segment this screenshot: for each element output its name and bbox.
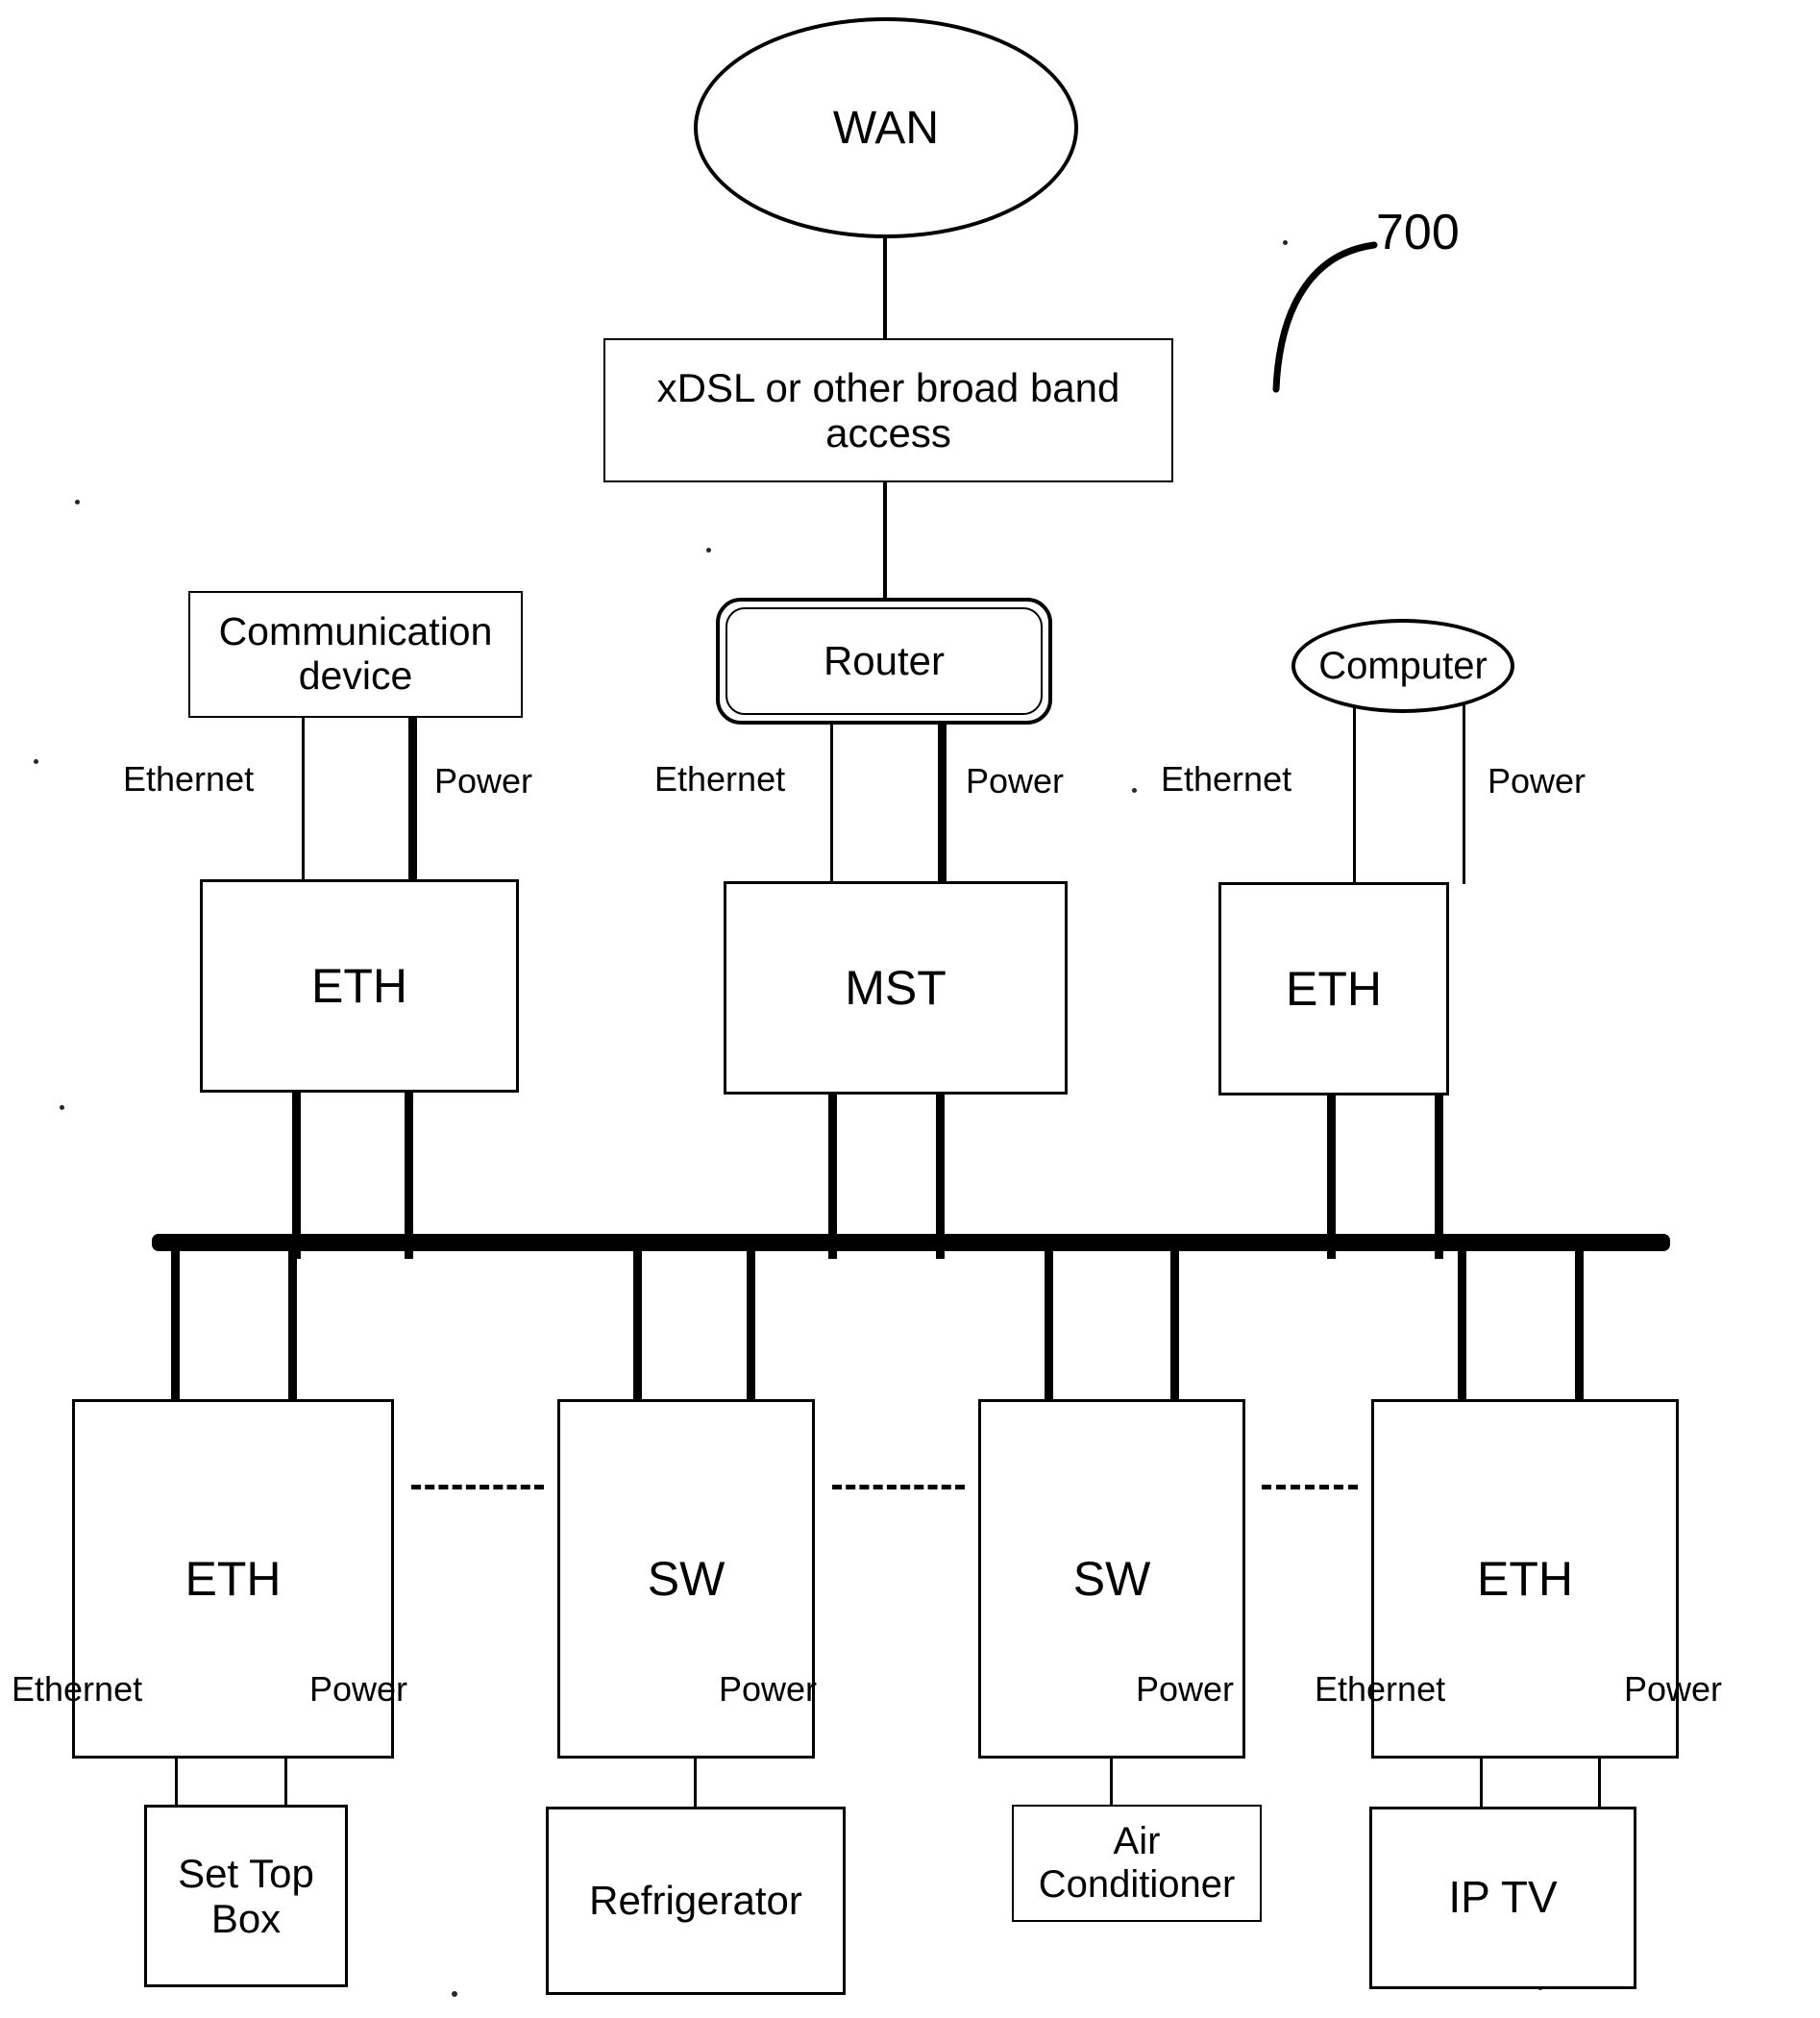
node-set-top-box: Set Top Box <box>144 1805 348 1987</box>
node-router-label: Router <box>823 638 946 683</box>
scan-speck <box>75 500 80 504</box>
dashed-link-sw1-to-sw2 <box>832 1485 965 1489</box>
node-ip-tv: IP TV <box>1369 1807 1636 1989</box>
link-air-conditioner-power <box>1110 1759 1113 1809</box>
node-wan: WAN <box>694 17 1078 238</box>
patent-figure-diagram: 700 WAN xDSL or other broad band access … <box>0 0 1820 2018</box>
node-computer-label: Computer <box>1318 644 1488 687</box>
link-comm-ethernet <box>302 716 305 884</box>
link-router-power <box>938 723 947 884</box>
scan-speck <box>452 1991 457 1997</box>
label-computer-power: Power <box>1488 761 1586 800</box>
node-mst-adapter-label: MST <box>845 961 947 1015</box>
node-eth-adapter-right-top-label: ETH <box>1286 962 1382 1016</box>
node-sw-adapter-2-label: SW <box>1072 1552 1151 1606</box>
link-computer-ethernet <box>1353 700 1356 884</box>
label-router-power: Power <box>966 761 1065 800</box>
link-bus-to-eth-right-bottom-b <box>1575 1249 1584 1403</box>
node-air-conditioner-label: Air Conditioner <box>1038 1820 1236 1906</box>
label-comm-power: Power <box>434 761 533 800</box>
label-air-conditioner-power: Power <box>1136 1669 1235 1709</box>
node-sw-adapter-1-label: SW <box>647 1552 726 1606</box>
scan-speck <box>60 1105 64 1110</box>
node-eth-adapter-right-top: ETH <box>1218 882 1449 1095</box>
dashed-link-eth-to-sw1 <box>411 1485 544 1489</box>
link-bus-to-eth-left-bottom-a <box>171 1249 180 1403</box>
node-router-inner-frame: Router <box>726 607 1043 715</box>
node-ip-tv-label: IP TV <box>1448 1872 1558 1923</box>
node-computer: Computer <box>1291 619 1514 713</box>
node-broadband-access-label: xDSL or other broad band access <box>656 364 1120 455</box>
node-refrigerator-label: Refrigerator <box>589 1878 802 1924</box>
link-bus-to-sw1-a <box>633 1249 642 1403</box>
label-iptv-power: Power <box>1624 1669 1723 1709</box>
link-wan-to-broadband <box>883 236 887 342</box>
label-iptv-ethernet: Ethernet <box>1315 1669 1446 1709</box>
node-communication-device-label: Communication device <box>218 609 493 698</box>
node-eth-adapter-left-top-label: ETH <box>311 959 407 1013</box>
scan-speck <box>1132 788 1137 793</box>
link-broadband-to-router <box>883 480 887 599</box>
scan-speck <box>706 548 711 553</box>
node-eth-adapter-left-bottom-label: ETH <box>184 1552 282 1606</box>
link-bus-to-sw2-b <box>1170 1249 1179 1403</box>
node-eth-adapter-left-top: ETH <box>200 879 519 1093</box>
label-computer-ethernet: Ethernet <box>1161 759 1292 799</box>
node-wan-label: WAN <box>832 102 940 154</box>
link-bus-to-eth-right-bottom-a <box>1458 1249 1466 1403</box>
figure-reference-number: 700 <box>1376 205 1460 260</box>
node-set-top-box-label: Set Top Box <box>178 1850 314 1941</box>
node-refrigerator: Refrigerator <box>546 1807 846 1995</box>
label-stb-power: Power <box>309 1669 408 1709</box>
link-iptv-ethernet <box>1480 1759 1483 1809</box>
link-bus-to-sw1-b <box>747 1249 755 1403</box>
label-comm-ethernet: Ethernet <box>123 759 255 799</box>
node-mst-adapter: MST <box>724 881 1068 1095</box>
link-stb-power <box>284 1759 287 1809</box>
link-refrigerator-power <box>694 1759 697 1809</box>
link-router-ethernet <box>830 725 833 884</box>
label-router-ethernet: Ethernet <box>654 759 786 799</box>
link-iptv-power <box>1598 1759 1601 1809</box>
dashed-link-sw2-to-eth <box>1262 1485 1358 1489</box>
node-eth-adapter-right-bottom-label: ETH <box>1477 1552 1573 1606</box>
node-router: Router <box>716 598 1052 725</box>
link-comm-power <box>408 714 417 884</box>
powerline-bus <box>152 1234 1670 1251</box>
scan-speck <box>34 759 38 764</box>
node-air-conditioner: Air Conditioner <box>1012 1805 1262 1922</box>
link-stb-ethernet <box>175 1759 178 1809</box>
link-bus-to-eth-left-bottom-b <box>288 1249 297 1403</box>
link-bus-to-sw2-a <box>1045 1249 1053 1403</box>
label-refrigerator-power: Power <box>719 1669 818 1709</box>
node-broadband-access: xDSL or other broad band access <box>603 338 1173 482</box>
link-computer-power <box>1463 700 1465 884</box>
node-communication-device: Communication device <box>188 591 523 718</box>
label-stb-ethernet: Ethernet <box>12 1669 143 1709</box>
